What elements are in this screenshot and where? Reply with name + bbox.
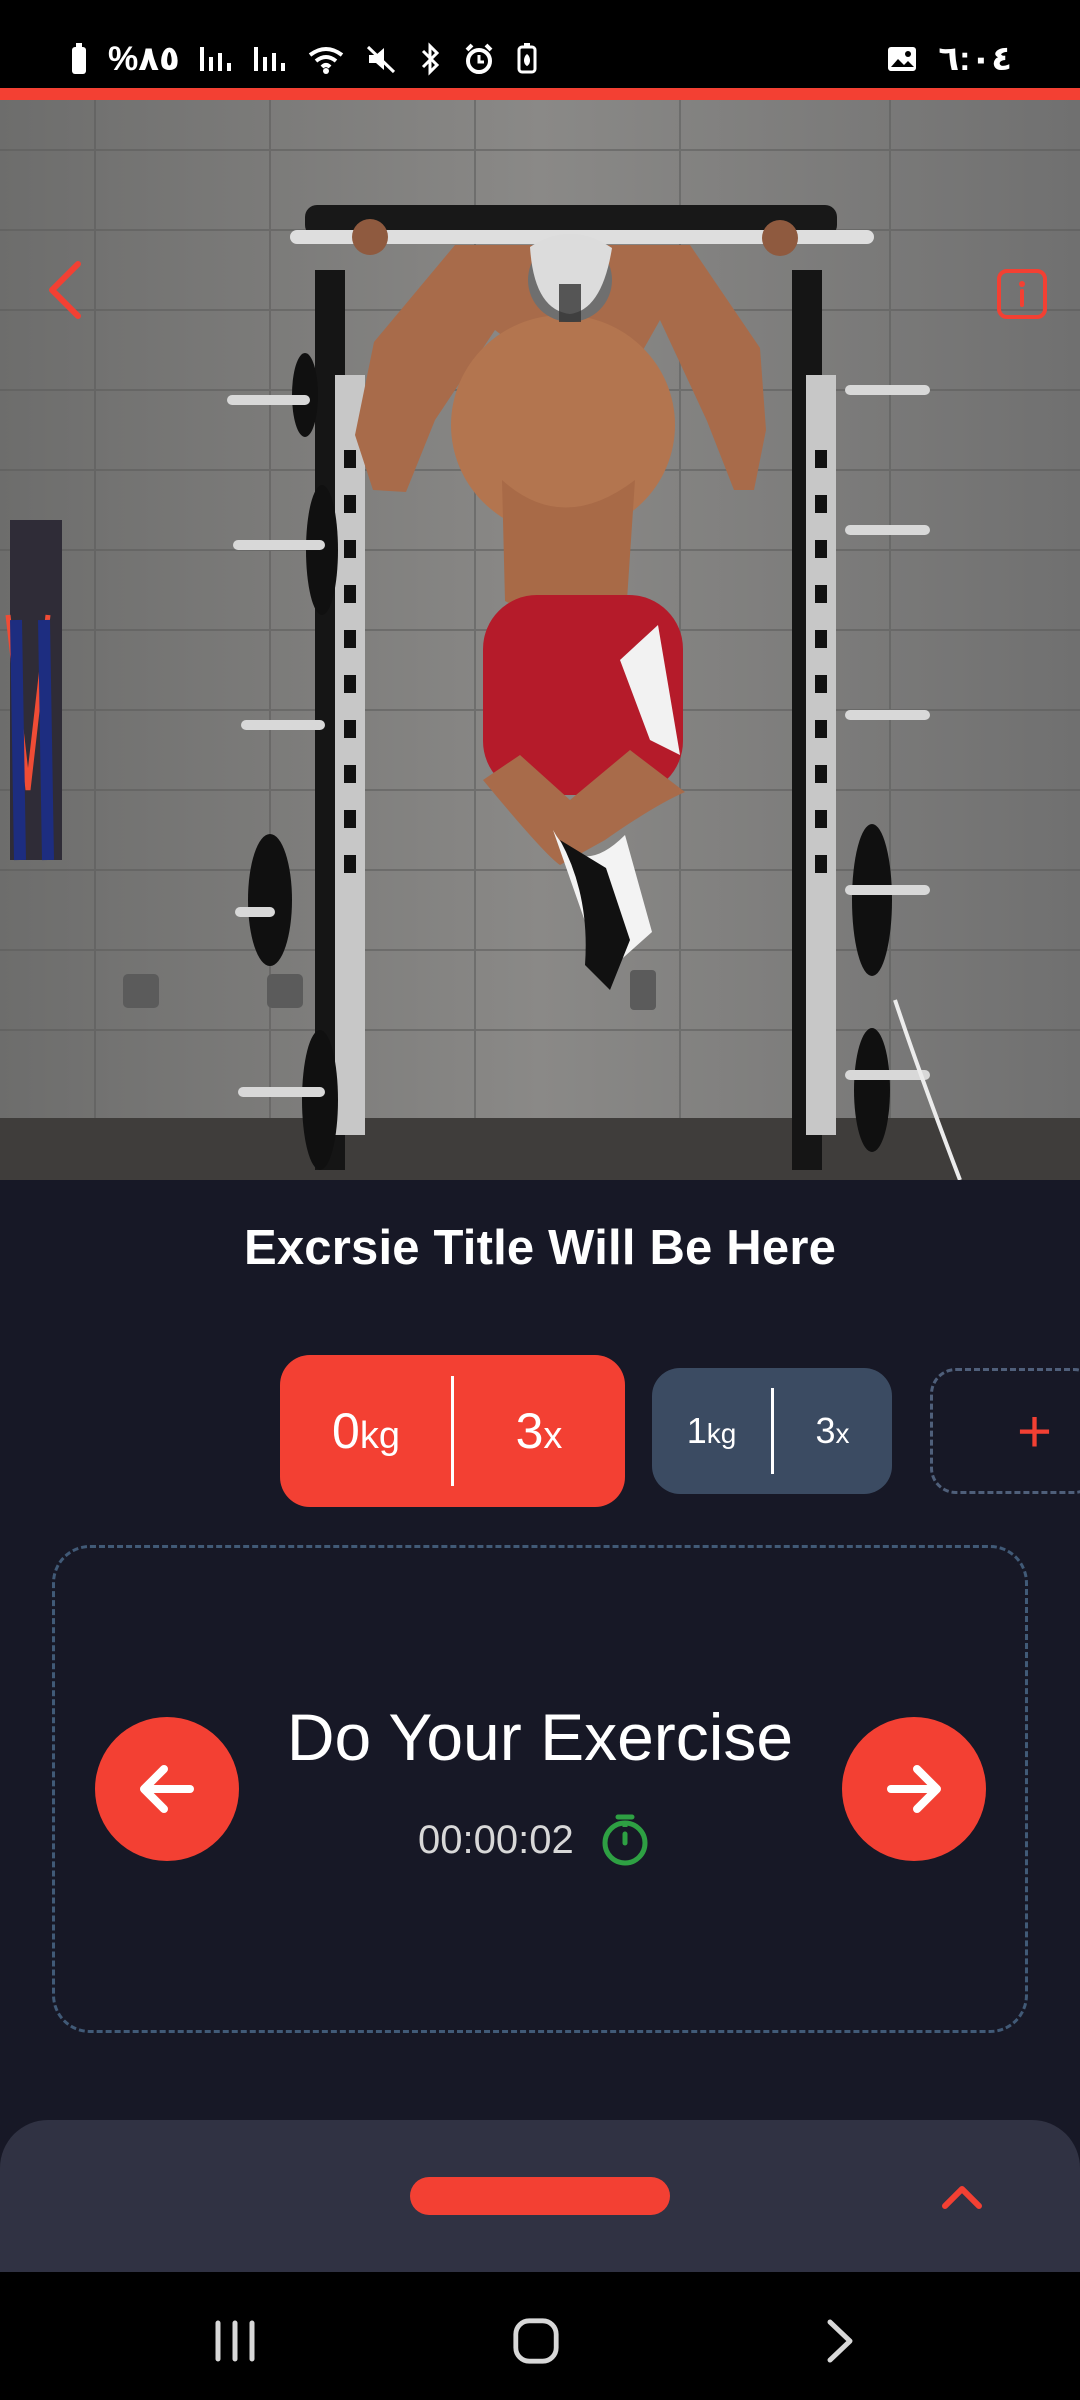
arrow-left-icon [140, 1765, 194, 1813]
status-left: %٨٥ [68, 42, 540, 76]
set-weight: 0 kg [281, 1402, 451, 1460]
clock: ٦:٠٤ [938, 40, 1012, 78]
stopwatch-icon [602, 1814, 648, 1866]
set-reps-unit: x [543, 1415, 563, 1457]
status-bar: %٨٥ ٦:٠٤ [0, 0, 1080, 88]
set-chip-active[interactable]: 0 kg 3 x [280, 1355, 625, 1507]
battery-icon [72, 43, 86, 74]
info-icon[interactable] [996, 268, 1048, 320]
exercise-image [0, 100, 1080, 1180]
exercise-instruction: Do Your Exercise [286, 1700, 794, 1774]
set-weight: 1 kg [653, 1410, 771, 1452]
back-icon[interactable] [820, 2316, 860, 2366]
image-icon [888, 47, 917, 71]
alarm-icon [465, 43, 493, 74]
progress-line [0, 88, 1080, 100]
battery-percent: %٨٥ [108, 40, 180, 78]
chevron-up-icon[interactable] [940, 2180, 984, 2212]
signal-icon [253, 47, 285, 71]
signal-icon [199, 47, 231, 71]
bottom-sheet-handle[interactable] [410, 2177, 670, 2215]
exercise-timer: 00:00:02 [418, 1818, 574, 1862]
battery-saver-icon [517, 43, 537, 74]
set-weight-unit: kg [359, 1415, 400, 1457]
workout-screen: %٨٥ ٦:٠٤ Excrsie Title Will Be Here 0 kg… [0, 0, 1080, 2400]
back-chevron-icon[interactable] [42, 260, 92, 320]
set-weight-value: 0 [332, 1403, 360, 1459]
recent-apps-icon[interactable] [210, 2316, 260, 2366]
set-chip[interactable]: 1 kg 3 x [652, 1368, 892, 1494]
wifi-icon [308, 47, 343, 74]
arrow-right-icon [887, 1765, 941, 1813]
bluetooth-icon [421, 42, 439, 76]
set-reps-value: 3 [815, 1410, 836, 1451]
timer-row: 00:00:02 [418, 1812, 650, 1868]
previous-exercise-button[interactable] [95, 1717, 239, 1861]
set-weight-value: 1 [686, 1410, 707, 1451]
set-weight-unit: kg [706, 1418, 737, 1449]
mute-icon [366, 45, 395, 74]
next-exercise-button[interactable] [842, 1717, 986, 1861]
status-right: ٦:٠٤ [886, 42, 1012, 76]
add-set-button[interactable]: + [930, 1368, 1080, 1494]
home-icon[interactable] [510, 2316, 562, 2366]
set-reps: 3 x [774, 1410, 892, 1452]
exercise-title: Excrsie Title Will Be Here [243, 1221, 837, 1275]
plus-icon: + [1017, 1397, 1053, 1465]
set-reps-value: 3 [515, 1403, 544, 1459]
set-reps-unit: x [835, 1418, 850, 1449]
set-reps: 3 x [454, 1402, 624, 1460]
